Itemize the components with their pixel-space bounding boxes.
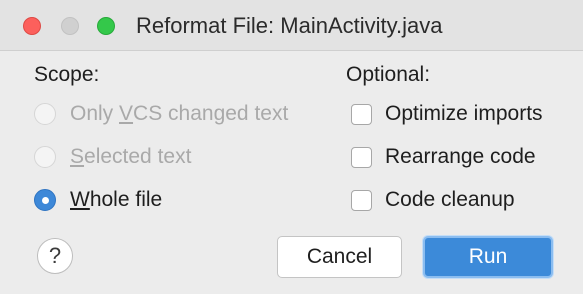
code-cleanup-checkbox-row[interactable]: Code cleanup [351, 185, 515, 215]
radio-button[interactable] [34, 103, 56, 125]
scope-option-whole-file[interactable]: Whole file [34, 185, 162, 215]
maximize-window-icon[interactable] [97, 17, 115, 35]
scope-label: Scope: [34, 63, 100, 86]
radio-label: Only VCS changed text [70, 102, 289, 125]
code-cleanup-checkbox[interactable] [351, 189, 372, 211]
optimize-imports-checkbox-row[interactable]: Optimize imports [351, 99, 543, 129]
run-button[interactable]: Run [423, 236, 553, 278]
cancel-button[interactable]: Cancel [277, 236, 402, 278]
close-window-icon[interactable] [23, 17, 41, 35]
title-bar[interactable]: Reformat File: MainActivity.java [0, 0, 583, 51]
rearrange-code-checkbox[interactable] [351, 146, 372, 168]
scope-option-vcs-changed-text[interactable]: Only VCS changed text [34, 99, 288, 129]
radio-button[interactable] [34, 146, 56, 168]
optional-label: Optional: [346, 63, 431, 86]
reformat-file-dialog: Reformat File: MainActivity.java Scope: … [0, 0, 583, 294]
rearrange-code-checkbox-row[interactable]: Rearrange code [351, 142, 536, 172]
checkbox-label: Optimize imports [385, 102, 543, 125]
minimize-window-icon [61, 17, 79, 35]
checkbox-label: Rearrange code [385, 145, 536, 168]
radio-label: Selected text [70, 145, 192, 168]
dialog-title: Reformat File: MainActivity.java [136, 13, 443, 38]
optimize-imports-checkbox[interactable] [351, 103, 372, 125]
help-button[interactable]: ? [37, 238, 73, 274]
radio-button-selected[interactable] [34, 189, 56, 211]
radio-label: Whole file [70, 188, 163, 211]
scope-option-selected-text[interactable]: Selected text [34, 142, 191, 172]
radio-dot-icon [42, 197, 49, 204]
checkbox-label: Code cleanup [385, 188, 515, 211]
